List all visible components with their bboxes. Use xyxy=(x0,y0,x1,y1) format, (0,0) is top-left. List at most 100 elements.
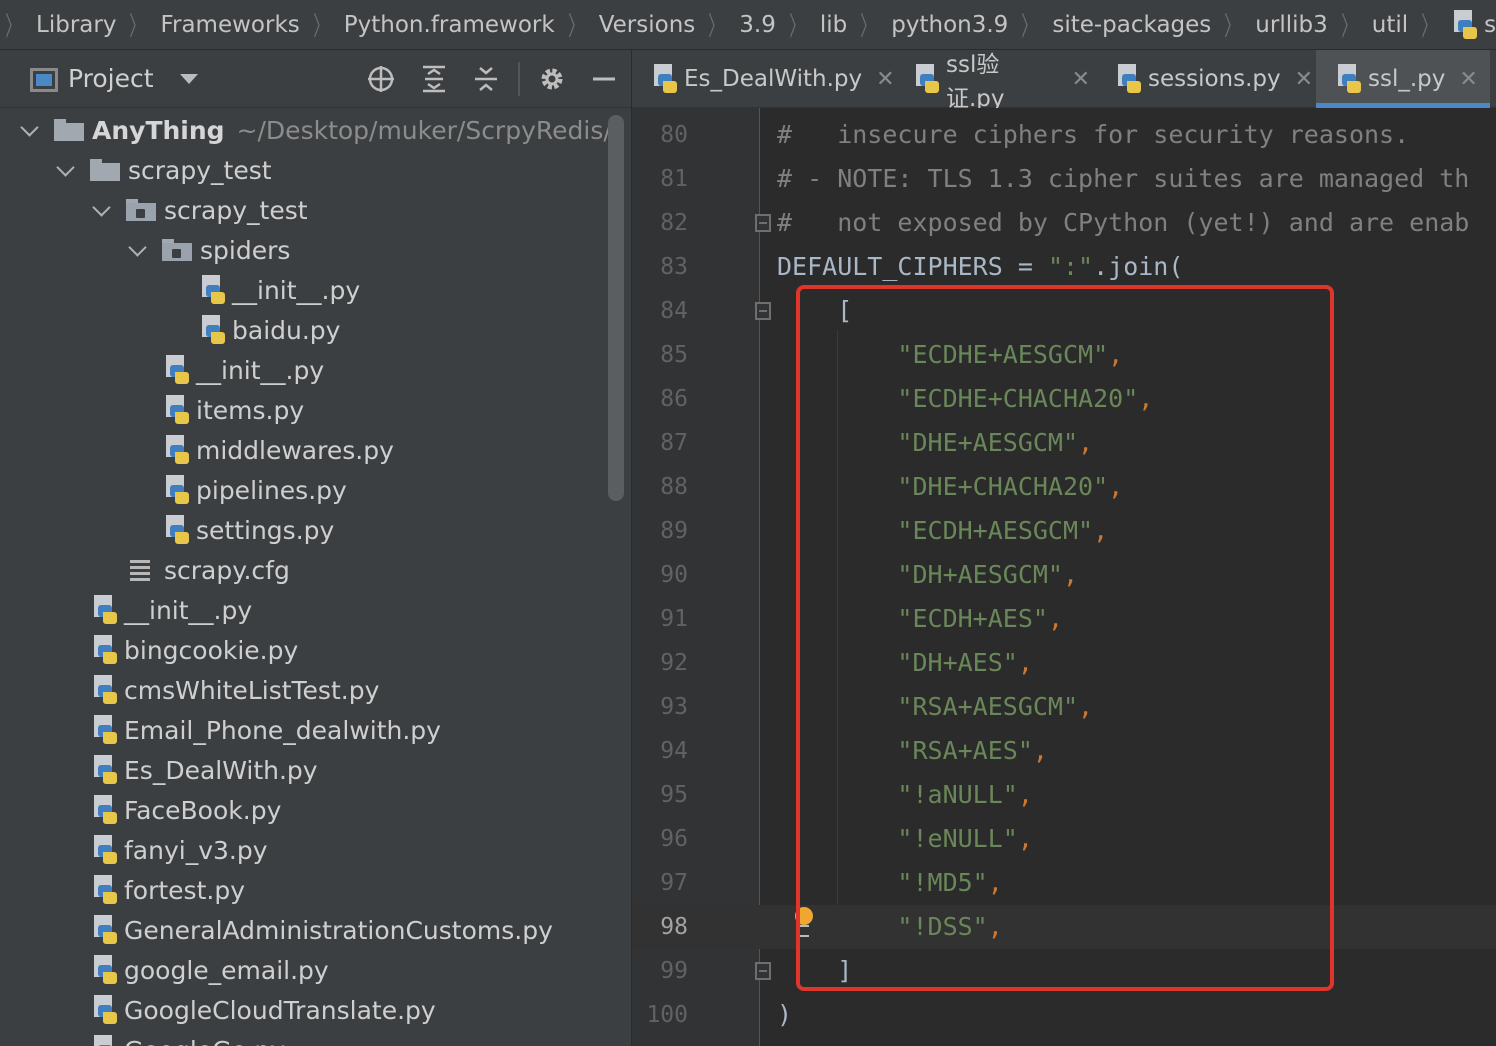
code-editor[interactable]: 80 # insecure ciphers for security reason… xyxy=(632,108,1496,1046)
string-token: "DH+AES" xyxy=(897,648,1018,677)
close-icon[interactable]: ✕ xyxy=(1295,67,1313,92)
expand-all-icon[interactable] xyxy=(419,64,449,94)
breadcrumb-item[interactable]: 3.9 〉 xyxy=(739,6,820,43)
tree-node-python-file[interactable]: fanyi_v3.py xyxy=(92,830,268,870)
identifier-token: DEFAULT_CIPHERS = xyxy=(777,252,1048,281)
string-token: "ECDH+AESGCM" xyxy=(897,516,1094,545)
python-file-icon xyxy=(92,1035,118,1046)
close-icon[interactable]: ✕ xyxy=(1459,67,1477,92)
close-icon[interactable]: ✕ xyxy=(876,67,894,92)
tree-node-python-file[interactable]: __init__.py xyxy=(164,350,324,390)
tree-node-python-file[interactable]: FaceBook.py xyxy=(92,790,281,830)
breadcrumb-item[interactable]: ssl_.py xyxy=(1452,9,1496,40)
breadcrumb-item[interactable]: lib 〉 xyxy=(820,6,891,43)
tree-node-package[interactable]: spiders xyxy=(128,230,290,270)
tree-node-python-file[interactable]: __init__.py xyxy=(92,590,252,630)
editor-tab[interactable]: sessions.py ✕ xyxy=(1096,50,1313,108)
editor-tab[interactable]: ssl验证.py ✕ xyxy=(894,50,1090,112)
editor-tab[interactable]: ssl_.py ✕ xyxy=(1316,50,1490,108)
fold-marker-icon[interactable] xyxy=(755,214,771,232)
chevron-down-icon[interactable] xyxy=(56,161,74,179)
tree-node-label: GoogleCloudTranslate.py xyxy=(124,995,436,1025)
tree-node-python-file[interactable]: fortest.py xyxy=(92,870,245,910)
crosshair-icon[interactable] xyxy=(366,64,396,94)
minimize-icon[interactable] xyxy=(589,64,619,94)
editor-tab-bar: Es_DealWith.py ✕ ssl验证.py ✕ sessions.py ✕ ssl_… xyxy=(632,50,1496,112)
tree-scrollbar[interactable] xyxy=(608,115,624,501)
comment-token: # insecure ciphers for security reasons. xyxy=(777,120,1410,149)
bracket-token: ) xyxy=(777,1000,793,1029)
tree-node-python-file[interactable]: Email_Phone_dealwith.py xyxy=(92,710,441,750)
lightbulb-icon[interactable] xyxy=(795,907,813,925)
line-number: 93 xyxy=(660,694,688,720)
code-line: 86 "ECDHE+CHACHA20", xyxy=(632,377,1496,421)
code-line: 83 DEFAULT_CIPHERS = ":".join( xyxy=(632,245,1496,289)
gear-icon[interactable] xyxy=(537,64,567,94)
tree-node-python-file[interactable]: GeneralAdministrationCustoms.py xyxy=(92,910,553,950)
breadcrumb-item[interactable]: Library 〉 xyxy=(36,6,160,43)
tree-node-python-file[interactable]: bingcookie.py xyxy=(92,630,298,670)
tree-node-python-file[interactable]: baidu.py xyxy=(200,310,340,350)
tree-node-label: bingcookie.py xyxy=(124,635,299,665)
string-token: "RSA+AESGCM" xyxy=(897,692,1079,721)
code-line: 90 "DH+AESGCM", xyxy=(632,553,1496,597)
breadcrumb-item[interactable]: Python.framework 〉 xyxy=(344,6,599,43)
tree-node-python-file[interactable]: items.py xyxy=(164,390,304,430)
folder-icon xyxy=(54,119,84,141)
fold-marker-icon[interactable] xyxy=(755,962,771,980)
chevron-down-icon[interactable] xyxy=(180,74,198,84)
close-icon[interactable]: ✕ xyxy=(1072,67,1090,92)
chevron-down-icon[interactable] xyxy=(92,201,110,219)
code-text: # not exposed by CPython (yet!) and are … xyxy=(777,201,1469,245)
project-view-selector[interactable]: Project xyxy=(68,64,154,93)
chevron-down-icon[interactable] xyxy=(20,121,38,139)
line-number: 86 xyxy=(660,386,688,412)
collapse-all-icon[interactable] xyxy=(471,64,501,94)
tree-node-label: Es_DealWith.py xyxy=(124,755,318,785)
breadcrumb-item[interactable]: Versions 〉 xyxy=(599,6,740,43)
line-number: 99 xyxy=(660,958,688,984)
line-number: 85 xyxy=(660,342,688,368)
code-text: "RSA+AESGCM", xyxy=(777,685,1093,729)
tree-node-label: pipelines.py xyxy=(196,475,347,505)
editor-tab[interactable]: Es_DealWith.py ✕ xyxy=(632,50,895,108)
breadcrumb-item[interactable]: urllib3 〉 xyxy=(1255,6,1371,43)
tree-node-python-file[interactable]: cmsWhiteListTest.py xyxy=(92,670,379,710)
tree-node-python-file[interactable]: Es_DealWith.py xyxy=(92,750,318,790)
tree-node-label: items.py xyxy=(196,395,305,425)
toolbar-divider xyxy=(518,62,520,96)
tree-node-package[interactable]: scrapy_test xyxy=(92,190,308,230)
tree-node-python-file[interactable]: GoogleGo.py xyxy=(92,1030,285,1046)
string-token: "ECDHE+CHACHA20" xyxy=(897,384,1139,413)
tree-node-root-folder[interactable]: AnyThing ~/Desktop/muker/ScrpyRedis/A xyxy=(20,110,620,150)
tree-node-python-file[interactable]: __init__.py xyxy=(200,270,360,310)
code-text: DEFAULT_CIPHERS = ":".join( xyxy=(777,245,1183,289)
python-file-icon xyxy=(92,835,118,865)
fold-marker-icon[interactable] xyxy=(755,302,771,320)
tree-node-config-file[interactable]: scrapy.cfg xyxy=(128,550,290,590)
breadcrumb-item[interactable]: Frameworks 〉 xyxy=(160,6,343,43)
tree-node-label: __init__.py xyxy=(124,595,253,625)
config-file-icon xyxy=(128,558,152,582)
breadcrumb-item[interactable]: python3.9 〉 xyxy=(891,6,1052,43)
comma-token: , xyxy=(1032,736,1048,765)
breadcrumb-separator: 〉 xyxy=(1421,12,1437,42)
tree-node-label: google_email.py xyxy=(124,955,329,985)
tree-node-python-file[interactable]: google_email.py xyxy=(92,950,329,990)
tree-node-python-file[interactable]: GoogleCloudTranslate.py xyxy=(92,990,436,1030)
python-file-icon xyxy=(1116,64,1142,94)
breadcrumb-item[interactable]: site-packages 〉 xyxy=(1052,6,1255,43)
tree-node-python-file[interactable]: settings.py xyxy=(164,510,334,550)
breadcrumb-item[interactable]: util 〉 xyxy=(1372,6,1452,43)
tree-node-python-file[interactable]: pipelines.py xyxy=(164,470,347,510)
tree-node-folder[interactable]: scrapy_test xyxy=(56,150,272,190)
string-token: "DH+AESGCM" xyxy=(897,560,1063,589)
code-text: "DH+AES", xyxy=(777,641,1032,685)
tree-node-python-file[interactable]: middlewares.py xyxy=(164,430,394,470)
chevron-down-icon[interactable] xyxy=(128,241,146,259)
string-token: "!eNULL" xyxy=(897,824,1018,853)
